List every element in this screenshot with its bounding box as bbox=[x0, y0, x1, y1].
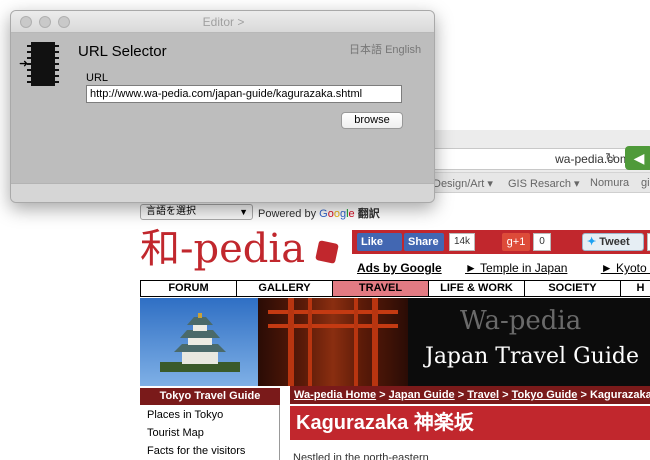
google-letter: G bbox=[319, 208, 328, 220]
powered-by-google: Powered by Google 翻訳 bbox=[258, 205, 380, 221]
breadcrumb-separator: > bbox=[376, 389, 389, 401]
breadcrumb: Wa-pedia Home > Japan Guide > Travel > T… bbox=[290, 386, 650, 404]
nav-travel[interactable]: TRAVEL bbox=[332, 281, 428, 296]
url-input[interactable] bbox=[86, 85, 402, 103]
url-label: URL bbox=[86, 72, 109, 84]
tweet-label: Tweet bbox=[599, 236, 630, 248]
powered-by-label: Powered by bbox=[258, 208, 317, 220]
google-plus-count: 0 bbox=[533, 233, 551, 251]
language-select-value: 言語を選択 bbox=[146, 206, 196, 217]
bookmark-gis-research[interactable]: GIS Resarch ▾ bbox=[508, 177, 580, 190]
castle-illustration bbox=[160, 313, 240, 372]
sidebar-item-facts[interactable]: Facts for the visitors bbox=[147, 445, 245, 457]
editor-title: Editor > bbox=[202, 15, 245, 29]
nav-life-work[interactable]: LIFE & WORK bbox=[428, 281, 524, 296]
social-share-bar: Like Share 14k g+1 0 ✦ Tweet 0 bbox=[352, 230, 650, 254]
language-select[interactable]: 言語を選択 ▼ bbox=[140, 204, 253, 220]
sidebar-item-tourist-map[interactable]: Tourist Map bbox=[147, 427, 204, 439]
facebook-count: 14k bbox=[449, 233, 475, 251]
bookmark-design-art[interactable]: Design/Art ▾ bbox=[433, 177, 493, 190]
breadcrumb-home[interactable]: Wa-pedia Home bbox=[294, 389, 376, 401]
tweet-button[interactable]: ✦ Tweet bbox=[582, 233, 644, 251]
bookmark-gi[interactable]: gi bbox=[641, 177, 650, 189]
ad-link-temple[interactable]: ► Temple in Japan bbox=[465, 261, 567, 275]
facebook-share-button[interactable]: Share bbox=[404, 233, 444, 251]
editor-window: Editor > ➜ URL Selector 日本語 English URL … bbox=[10, 10, 435, 203]
breadcrumb-separator: > bbox=[499, 389, 512, 401]
breadcrumb-travel[interactable]: Travel bbox=[467, 389, 499, 401]
sidebar-heading[interactable]: Tokyo Travel Guide bbox=[140, 388, 280, 405]
editor-titlebar[interactable]: Editor > bbox=[11, 11, 434, 33]
breadcrumb-separator: > bbox=[577, 389, 590, 401]
google-letter: e bbox=[348, 208, 355, 220]
language-links: 日本語 English bbox=[349, 41, 421, 57]
site-logo[interactable]: 和-pedia bbox=[140, 226, 305, 272]
breadcrumb-japan-guide[interactable]: Japan Guide bbox=[389, 389, 455, 401]
facebook-like-label: Like bbox=[361, 236, 384, 248]
ads-row: Ads by Google ► Temple in Japan ► Kyoto … bbox=[357, 261, 650, 275]
facebook-like-button[interactable]: Like bbox=[357, 233, 402, 251]
language-japanese-link[interactable]: 日本語 bbox=[349, 44, 382, 56]
sidebar-item-places[interactable]: Places in Tokyo bbox=[147, 409, 223, 421]
castle-photo bbox=[140, 298, 258, 386]
page-title: Kagurazaka 神楽坂 bbox=[290, 406, 650, 440]
intro-text: Nestled in the north-eastern bbox=[293, 452, 429, 460]
ad-link-kyoto[interactable]: ► Kyoto J bbox=[601, 261, 650, 275]
torii-gates-photo bbox=[258, 298, 408, 386]
banner-title: Wa-pedia bbox=[460, 306, 582, 336]
main-navigation: FORUM GALLERY TRAVEL LIFE & WORK SOCIETY… bbox=[140, 280, 650, 297]
language-english-link[interactable]: English bbox=[385, 44, 421, 56]
editor-footer bbox=[11, 183, 434, 202]
hero-banner: Wa-pedia Japan Travel Guide bbox=[140, 298, 650, 386]
ads-by-google-link[interactable]: Ads by Google bbox=[357, 261, 442, 275]
bookmark-nomura[interactable]: Nomura bbox=[590, 177, 629, 189]
twitter-bird-icon: ✦ bbox=[587, 236, 597, 248]
chevron-down-icon: ▼ bbox=[239, 207, 248, 217]
nav-gallery[interactable]: GALLERY bbox=[236, 281, 332, 296]
banner-subtitle: Japan Travel Guide bbox=[425, 344, 639, 369]
nav-forum[interactable]: FORUM bbox=[140, 281, 236, 296]
editor-heading: URL Selector bbox=[78, 43, 167, 60]
breadcrumb-tokyo-guide[interactable]: Tokyo Guide bbox=[512, 389, 578, 401]
breadcrumb-separator: > bbox=[454, 389, 468, 401]
dice-icon bbox=[315, 240, 339, 264]
back-arrow-icon[interactable]: ◀ bbox=[625, 146, 650, 170]
chip-icon bbox=[27, 42, 59, 86]
google-plus-button[interactable]: g+1 bbox=[502, 233, 530, 251]
nav-society[interactable]: SOCIETY bbox=[524, 281, 620, 296]
nav-h[interactable]: H bbox=[620, 281, 650, 296]
reload-icon[interactable]: ↻ bbox=[605, 150, 616, 166]
sidebar: Tokyo Travel Guide Places in Tokyo Touri… bbox=[140, 388, 280, 460]
translate-label[interactable]: 翻訳 bbox=[358, 208, 380, 220]
breadcrumb-current: Kagurazaka bbox=[589, 389, 650, 401]
browse-button[interactable]: browse bbox=[341, 112, 403, 129]
